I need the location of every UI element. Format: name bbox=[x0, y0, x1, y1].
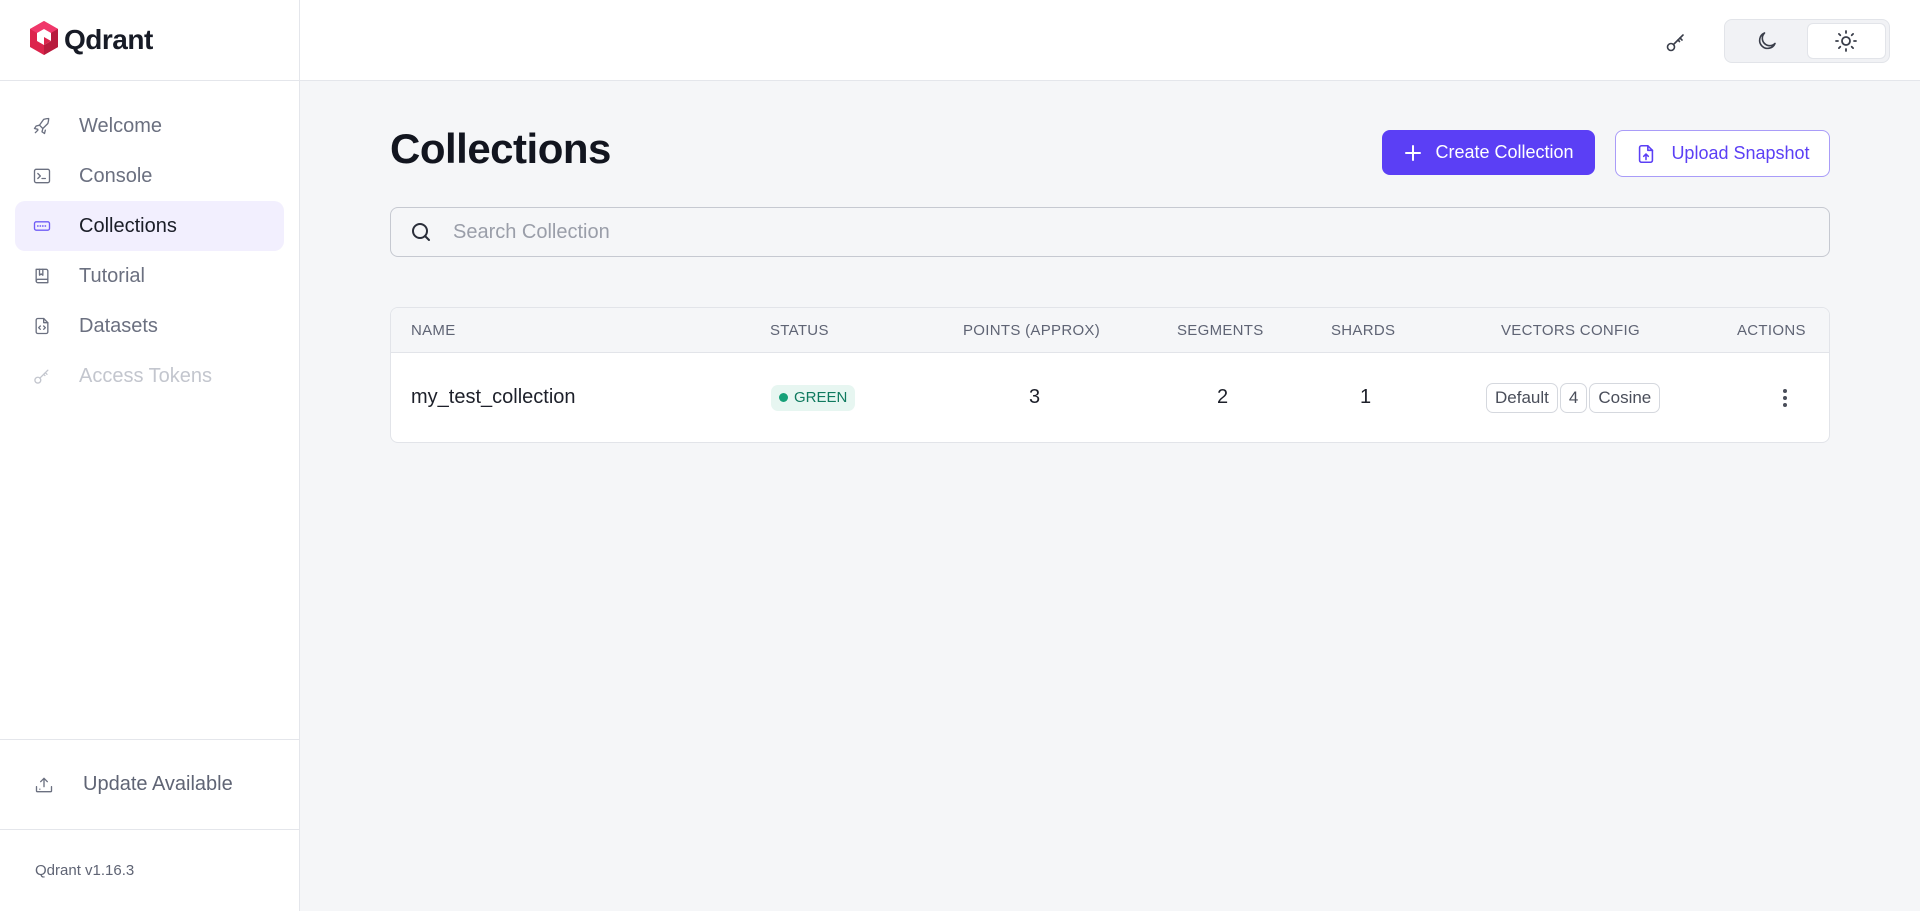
rocket-icon bbox=[31, 115, 53, 137]
vector-name-chip: Default bbox=[1486, 382, 1558, 413]
vector-distance-chip: Cosine bbox=[1589, 382, 1661, 413]
sidebar: Qdrant Welcome Console Collections Tutor… bbox=[0, 0, 300, 911]
sidebar-item-label: Collections bbox=[79, 214, 177, 237]
sidebar-item-tutorial[interactable]: Tutorial bbox=[15, 251, 284, 301]
column-header-points: POINTS (APPROX) bbox=[963, 322, 1101, 339]
column-header-vectors-config: VECTORS CONFIG bbox=[1501, 322, 1640, 339]
brand[interactable]: Qdrant bbox=[0, 0, 299, 81]
sidebar-item-label: Console bbox=[79, 164, 153, 187]
sidebar-nav: Welcome Console Collections Tutorial Dat… bbox=[0, 81, 299, 401]
api-key-button[interactable] bbox=[1656, 22, 1696, 62]
brand-name: Qdrant bbox=[64, 24, 153, 55]
file-code-icon bbox=[31, 315, 53, 337]
search-icon bbox=[409, 220, 435, 244]
column-header-actions: ACTIONS bbox=[1737, 322, 1806, 339]
status-badge: GREEN bbox=[771, 384, 856, 411]
status-cell: GREEN bbox=[771, 353, 856, 442]
collections-table: NAME STATUS POINTS (APPROX) SEGMENTS SHA… bbox=[390, 307, 1830, 443]
sidebar-item-console[interactable]: Console bbox=[15, 151, 284, 201]
sidebar-item-label: Access Tokens bbox=[79, 364, 213, 387]
qdrant-logo-icon bbox=[28, 20, 60, 61]
light-theme-button[interactable] bbox=[1806, 23, 1886, 59]
vector-size-chip: 4 bbox=[1559, 382, 1588, 413]
status-dot-icon bbox=[779, 393, 788, 402]
upload-icon bbox=[33, 774, 55, 796]
update-available-button[interactable]: Update Available bbox=[0, 739, 299, 830]
sidebar-item-access-tokens[interactable]: Access Tokens bbox=[15, 351, 284, 401]
column-header-status: STATUS bbox=[770, 322, 829, 339]
sidebar-item-label: Tutorial bbox=[79, 264, 145, 287]
moon-icon bbox=[1755, 29, 1779, 53]
create-collection-label: Create Collection bbox=[1435, 142, 1574, 162]
terminal-icon bbox=[31, 165, 53, 187]
collection-name[interactable]: my_test_collection bbox=[411, 353, 576, 442]
vectors-config-cell: Default 4 Cosine bbox=[1486, 353, 1662, 442]
table-row[interactable]: my_test_collection GREEN 3 2 1 Default 4… bbox=[391, 353, 1829, 442]
sidebar-item-label: Datasets bbox=[79, 314, 158, 337]
theme-toggle bbox=[1724, 19, 1890, 63]
search-input[interactable] bbox=[453, 220, 1753, 244]
update-available-label: Update Available bbox=[83, 773, 233, 795]
sidebar-item-collections[interactable]: Collections bbox=[15, 201, 284, 251]
top-bar bbox=[300, 0, 1920, 81]
sidebar-item-label: Welcome bbox=[79, 114, 162, 137]
shards-count: 1 bbox=[1360, 386, 1372, 408]
segments-count: 2 bbox=[1217, 386, 1229, 408]
row-actions-menu-icon[interactable] bbox=[1770, 383, 1800, 413]
search-bar bbox=[390, 207, 1830, 257]
upload-snapshot-button[interactable]: Upload Snapshot bbox=[1615, 130, 1830, 177]
version-label: Qdrant v1.16.3 bbox=[35, 862, 135, 879]
table-header: NAME STATUS POINTS (APPROX) SEGMENTS SHA… bbox=[391, 308, 1829, 353]
key-icon bbox=[1664, 30, 1688, 54]
points-count: 3 bbox=[1029, 386, 1041, 408]
create-collection-button[interactable]: Create Collection bbox=[1382, 130, 1595, 175]
book-icon bbox=[31, 265, 53, 287]
page-title: Collections bbox=[390, 125, 611, 172]
column-header-shards: SHARDS bbox=[1331, 322, 1396, 339]
plus-icon bbox=[1403, 143, 1423, 163]
upload-snapshot-label: Upload Snapshot bbox=[1671, 143, 1810, 163]
sidebar-item-datasets[interactable]: Datasets bbox=[15, 301, 284, 351]
sidebar-item-welcome[interactable]: Welcome bbox=[15, 101, 284, 151]
sun-icon bbox=[1834, 29, 1858, 53]
actions-cell bbox=[1770, 353, 1800, 442]
column-header-segments: SEGMENTS bbox=[1177, 322, 1264, 339]
key-icon bbox=[31, 365, 53, 387]
file-upload-icon bbox=[1635, 143, 1657, 165]
column-header-name: NAME bbox=[411, 322, 456, 339]
status-text: GREEN bbox=[794, 389, 848, 406]
dark-theme-button[interactable] bbox=[1728, 23, 1807, 59]
collection-icon bbox=[31, 215, 53, 237]
